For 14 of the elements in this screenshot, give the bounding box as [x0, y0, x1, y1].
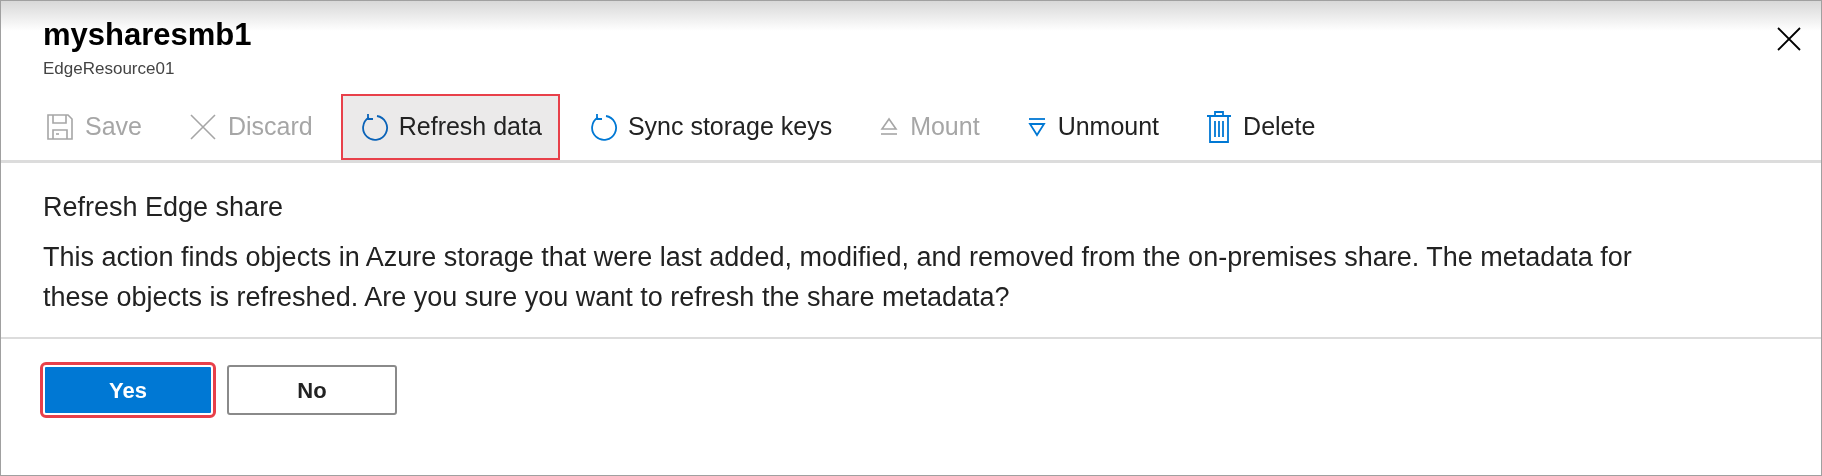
dialog-heading: Refresh Edge share: [43, 191, 285, 224]
panel-subtitle: EdgeResource01: [43, 58, 176, 80]
close-icon: [188, 111, 218, 142]
toolbar-button[interactable]: Delete: [1187, 93, 1334, 160]
toolbar-button[interactable]: Sync storage keys: [569, 93, 851, 160]
save-icon: [45, 111, 75, 142]
toolbar-button[interactable]: Refresh data: [340, 93, 560, 160]
toolbar-button[interactable]: Unmount: [1007, 93, 1178, 160]
dialog-message: This action finds objects in Azure storage that were last added, modified, and removed from the on-premises share. The metadata for these objects is refreshed. Are you sure you want to refresh the share metadata?: [43, 241, 1633, 314]
no-button[interactable]: No: [227, 365, 397, 415]
panel-title: mysharesmb1: [43, 16, 252, 54]
trash-icon: [1205, 109, 1234, 144]
yes-button[interactable]: Yes: [43, 365, 213, 415]
close-icon: [1776, 26, 1802, 52]
